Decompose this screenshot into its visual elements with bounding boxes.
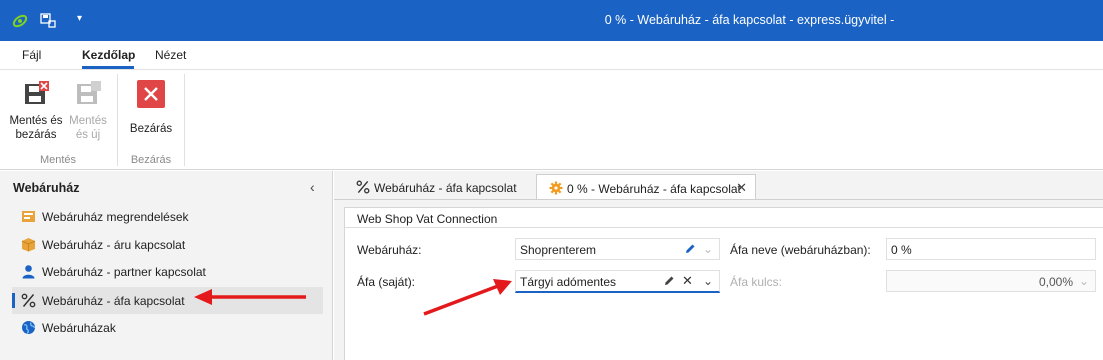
chevron-down-icon[interactable]: ⌄ (703, 242, 713, 256)
collapse-sidebar-icon[interactable]: ‹ (310, 179, 322, 195)
percent-icon (21, 293, 36, 308)
group-separator (117, 74, 118, 166)
webshop-value: Shoprenterem (520, 243, 597, 257)
annotation-arrow-sidebar (194, 289, 306, 305)
group-label-close: Bezárás (130, 154, 172, 166)
percent-icon (356, 180, 370, 194)
sidebar-item-partner-link[interactable]: Webáruház - partner kapcsolat (12, 258, 323, 285)
sidebar-item-label: Webáruház - áru kapcsolat (42, 238, 186, 252)
tabs-divider (334, 199, 1103, 200)
window-title: 0 % - Webáruház - áfa kapcsolat - expres… (604, 13, 895, 27)
content-area: Webáruház - áfa kapcsolat 0 % - Webáruhá… (334, 171, 1103, 360)
globe-icon (22, 321, 36, 335)
save-and-close-label-2: bezárás (15, 129, 57, 141)
ribbon: Mentés és bezárás Mentés és új Mentés Be… (0, 70, 1103, 170)
chevron-down-icon: ⌄ (1079, 274, 1090, 288)
sidebar-item-label: Webáruház - áfa kapcsolat (42, 294, 185, 308)
doc-tab-vat-list[interactable]: Webáruház - áfa kapcsolat (344, 174, 534, 200)
group-label-save: Mentés (39, 154, 77, 166)
chevron-down-icon[interactable]: ⌄ (703, 274, 713, 288)
annotation-arrow-field (423, 279, 512, 316)
vat-rate-label: Áfa kulcs: (730, 275, 783, 289)
vat-name-value: 0 % (891, 243, 912, 257)
edit-pencil-icon[interactable] (684, 243, 696, 255)
doc-tab-label: 0 % - Webáruház - áfa kapcsolat (567, 182, 741, 196)
doc-tab-vat-record[interactable]: 0 % - Webáruház - áfa kapcsolat ✕ (536, 174, 756, 200)
doc-tab-label: Webáruház - áfa kapcsolat (374, 181, 517, 195)
orders-icon (22, 211, 35, 222)
gear-orange-icon (549, 181, 563, 195)
save-and-close-label-1: Mentés és (9, 115, 63, 127)
close-button-label: Bezárás (129, 123, 173, 135)
save-close-icon (25, 81, 49, 104)
sidebar-item-orders[interactable]: Webáruház megrendelések (12, 203, 323, 230)
active-tab-indicator (82, 66, 134, 69)
person-icon (22, 265, 35, 279)
save-new-icon (77, 81, 101, 104)
webshop-label: Webáruház: (357, 243, 422, 257)
sidebar-title: Webáruház (13, 181, 80, 195)
title-bar: ▾ 0 % - Webáruház - áfa kapcsolat - expr… (0, 0, 1103, 41)
vat-rate-input: 0,00% ⌄ (886, 270, 1096, 292)
save-and-close-button[interactable]: Mentés és bezárás (6, 80, 66, 142)
tab-view[interactable]: Nézet (155, 48, 186, 62)
clear-icon[interactable]: ✕ (682, 273, 693, 289)
save-and-new-label-1: Mentés (69, 115, 107, 127)
vat-rate-value: 0,00% (1038, 275, 1073, 289)
edit-pencil-icon[interactable] (663, 275, 675, 287)
sidebar: Webáruház ‹ Webáruház megrendelések Webá… (0, 171, 333, 360)
vat-name-label: Áfa neve (webáruházban): (730, 243, 871, 257)
sidebar-item-product-link[interactable]: Webáruház - áru kapcsolat (12, 231, 323, 258)
close-button[interactable]: Bezárás (124, 80, 178, 136)
panel-title: Web Shop Vat Connection (345, 208, 1103, 228)
sidebar-item-label: Webáruház - partner kapcsolat (42, 265, 206, 279)
close-tab-icon[interactable]: ✕ (736, 180, 747, 196)
vat-own-select[interactable]: Tárgyi adómentes ✕ ⌄ (515, 270, 720, 293)
tab-home[interactable]: Kezdőlap (82, 48, 135, 62)
sidebar-item-webshops[interactable]: Webáruházak (12, 314, 323, 341)
box-icon (21, 238, 36, 252)
save-and-new-label-2: és új (75, 129, 101, 141)
webshop-select[interactable]: Shoprenterem ⌄ (515, 238, 720, 260)
save-and-new-button[interactable]: Mentés és új (66, 80, 110, 142)
sidebar-item-label: Webáruházak (42, 321, 116, 335)
vat-own-label: Áfa (saját): (357, 275, 416, 289)
vat-name-input[interactable]: 0 % (886, 238, 1096, 260)
group-separator (184, 74, 185, 166)
vat-own-value: Tárgyi adómentes (520, 275, 617, 289)
ribbon-tabs: Fájl Kezdőlap Nézet (0, 41, 1103, 70)
tab-file[interactable]: Fájl (22, 48, 41, 62)
active-item-indicator (12, 293, 15, 308)
sidebar-item-label: Webáruház megrendelések (42, 210, 189, 224)
close-red-icon (137, 80, 165, 108)
